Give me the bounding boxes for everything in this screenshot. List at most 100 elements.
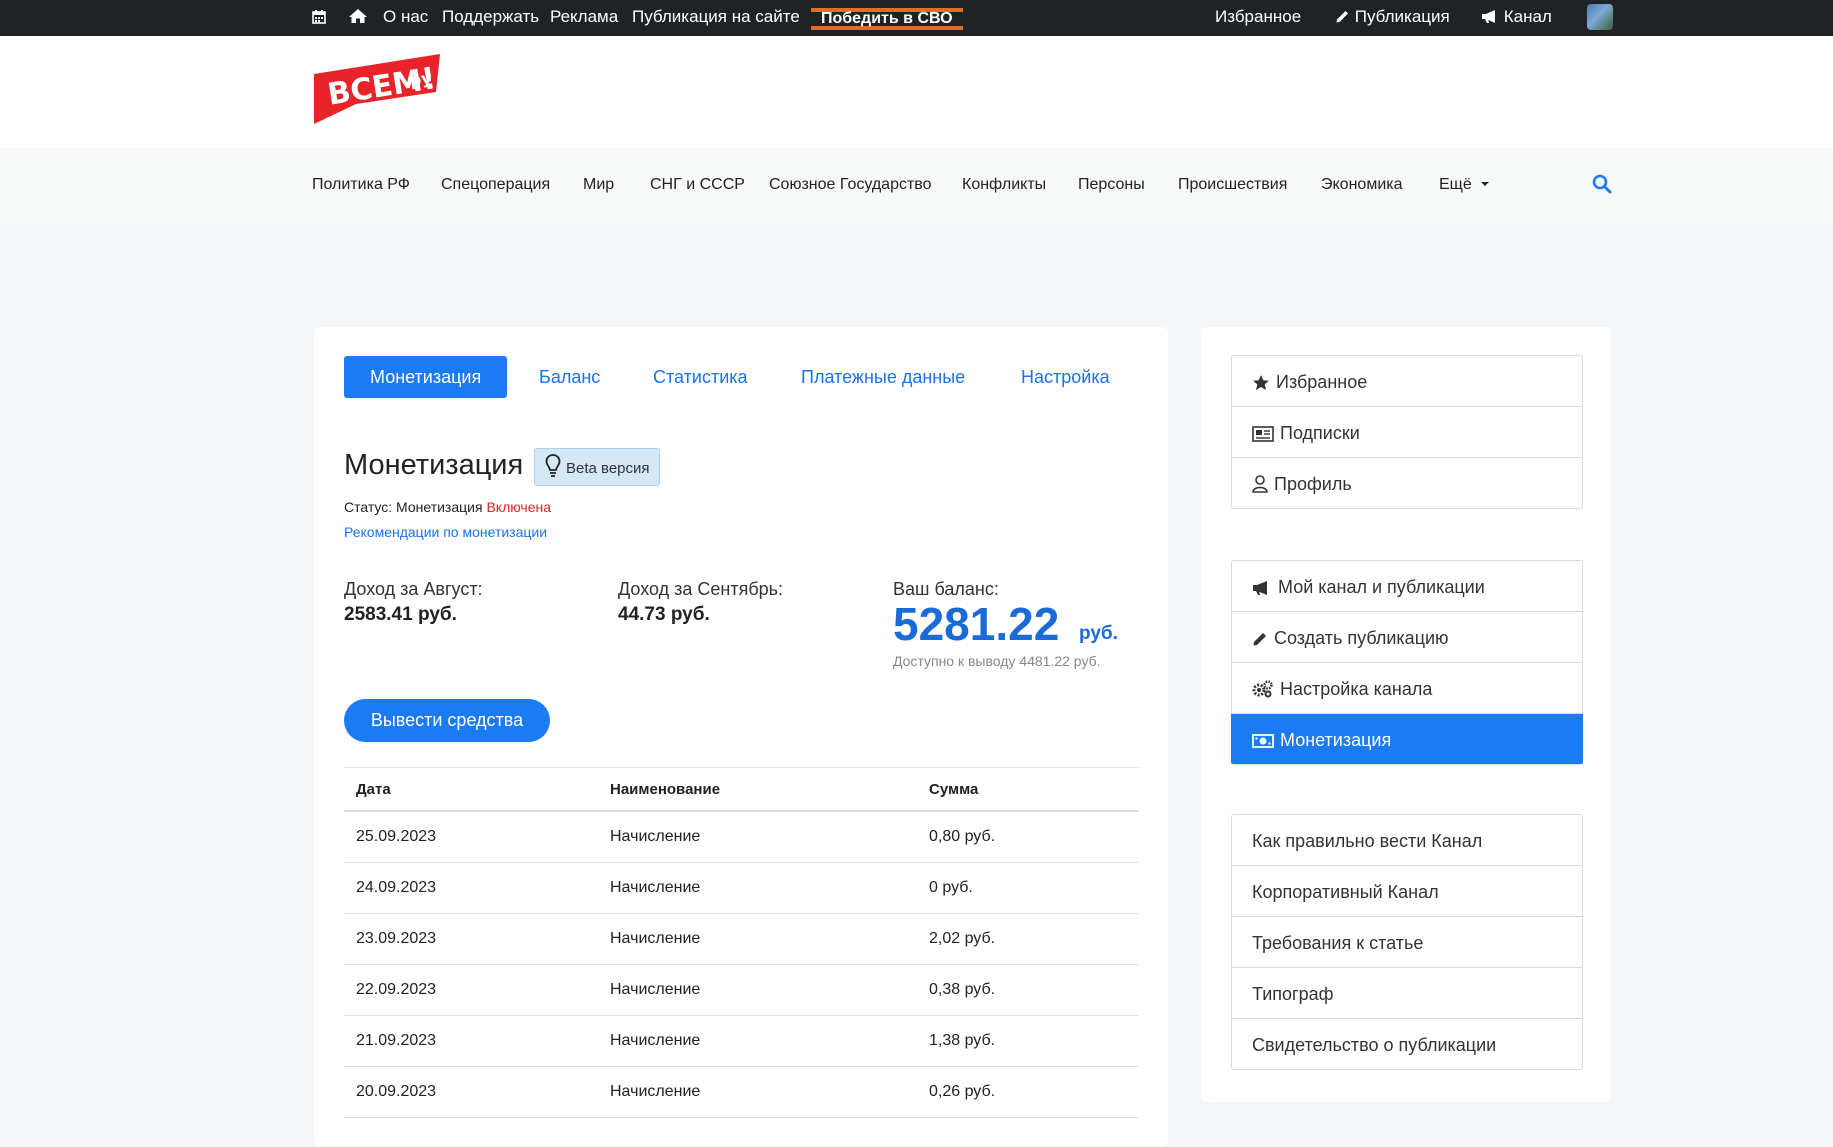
cell-date: 22.09.2023 — [356, 981, 437, 998]
promo-link[interactable]: Победить в СВО — [811, 8, 963, 30]
tab-balance[interactable]: Баланс — [539, 356, 600, 398]
table-row: 20.09.2023 Начисление 0,26 руб. — [344, 1067, 1139, 1118]
tab-statistics[interactable]: Статистика — [653, 356, 748, 398]
nav-link-publish-on-site[interactable]: Публикация на сайте — [632, 0, 800, 36]
balance-currency: руб. — [1079, 623, 1118, 644]
pencil-icon — [1336, 11, 1348, 23]
avatar[interactable] — [1587, 4, 1613, 30]
balance-value: 5281.22 — [893, 598, 1060, 650]
nav-link-about[interactable]: О нас — [383, 0, 428, 36]
sidebar-item-how-to-run-channel[interactable]: Как правильно вести Канал — [1232, 815, 1582, 866]
sidebar-item-publication-certificate[interactable]: Свидетельство о публикации — [1232, 1019, 1582, 1069]
megaphone-icon — [1482, 10, 1495, 23]
sidebar-item-favorites[interactable]: Избранное — [1232, 356, 1582, 407]
search-icon[interactable] — [1592, 174, 1612, 199]
tab-monetization[interactable]: Монетизация — [344, 356, 508, 398]
table-row: 23.09.2023 Начисление 2,02 руб. — [344, 914, 1139, 965]
nav-item-union-state[interactable]: Союзное Государство — [769, 176, 932, 194]
withdraw-button[interactable]: Вывести средства — [344, 699, 550, 742]
sidebar-group-help: Как правильно вести Канал Корпоративный … — [1231, 814, 1583, 1070]
table-row: 21.09.2023 Начисление 1,38 руб. — [344, 1016, 1139, 1067]
cell-name: Начисление — [610, 1032, 701, 1049]
cell-amount: 0,38 руб. — [929, 981, 996, 998]
sidebar-item-article-requirements[interactable]: Требования к статье — [1232, 917, 1582, 968]
caret-down-icon — [1481, 182, 1490, 186]
table-row: 25.09.2023 Начисление 0,80 руб. — [344, 812, 1139, 863]
nav-link-ads[interactable]: Реклама — [550, 0, 618, 36]
sidebar-item-channel-settings[interactable]: Настройка канала — [1232, 663, 1582, 714]
svg-text:ру: ру — [408, 68, 433, 90]
col-date[interactable]: Дата — [356, 781, 391, 798]
cell-amount: 0,26 руб. — [929, 1083, 996, 1100]
transactions-table: Дата Наименование Сумма 25.09.2023 Начис… — [344, 767, 1139, 1118]
tab-settings[interactable]: Настройка — [1021, 356, 1110, 398]
cell-amount: 1,38 руб. — [929, 1032, 996, 1049]
nav-item-special-operation[interactable]: Спецоперация — [441, 176, 550, 194]
nav-item-politics[interactable]: Политика РФ — [312, 176, 410, 194]
nav-item-world[interactable]: Мир — [583, 176, 614, 194]
publication-link[interactable]: Публикация — [1335, 0, 1450, 36]
favorites-link[interactable]: Избранное — [1215, 0, 1301, 36]
cell-amount: 0 руб. — [929, 879, 973, 896]
megaphone-icon — [1253, 581, 1267, 595]
sidebar-group-channel: Мой канал и публикации Создать публикаци… — [1231, 560, 1583, 765]
user-icon — [1252, 475, 1268, 493]
cell-date: 20.09.2023 — [356, 1083, 437, 1100]
nav-item-cis[interactable]: СНГ и СССР — [650, 176, 745, 194]
nav-item-persons[interactable]: Персоны — [1078, 176, 1145, 194]
cell-name: Начисление — [610, 930, 701, 947]
sidebar-item-profile[interactable]: Профиль — [1232, 458, 1582, 508]
pencil-icon — [1253, 633, 1266, 646]
gears-icon — [1252, 680, 1273, 698]
nav-link-support[interactable]: Поддержать — [442, 0, 539, 36]
nav-item-economy[interactable]: Экономика — [1321, 176, 1403, 194]
channel-label: Канал — [1503, 7, 1552, 26]
sidebar-item-my-channel[interactable]: Мой канал и публикации — [1232, 561, 1582, 612]
status-prefix: Статус: Монетизация — [344, 499, 483, 515]
home-icon[interactable] — [348, 0, 368, 36]
table-row: 22.09.2023 Начисление 0,38 руб. — [344, 965, 1139, 1016]
cell-name: Начисление — [610, 981, 701, 998]
sidebar-label: Избранное — [1276, 372, 1368, 392]
beta-label: Beta версия — [566, 460, 650, 477]
calendar-icon[interactable] — [312, 0, 326, 36]
sidebar-label: Создать публикацию — [1274, 628, 1449, 648]
cell-name: Начисление — [610, 1083, 701, 1100]
table-header: Дата Наименование Сумма — [344, 767, 1139, 812]
nav-item-conflicts[interactable]: Конфликты — [962, 176, 1046, 194]
nav-more-label: Ещё — [1439, 176, 1472, 193]
tab-payment-data[interactable]: Платежные данные — [801, 356, 965, 398]
sidebar-item-corporate-channel[interactable]: Корпоративный Канал — [1232, 866, 1582, 917]
publication-label: Публикация — [1354, 7, 1450, 26]
top-bar: О нас Поддержать Реклама Публикация на с… — [0, 0, 1833, 36]
money-icon — [1252, 734, 1274, 748]
beta-badge: Beta версия — [534, 448, 660, 486]
sidebar-label: Подписки — [1280, 423, 1360, 443]
sidebar-item-create-publication[interactable]: Создать публикацию — [1232, 612, 1582, 663]
nav-item-more[interactable]: Ещё — [1439, 176, 1490, 194]
august-income-label: Доход за Август: — [344, 579, 483, 599]
cell-date: 25.09.2023 — [356, 828, 437, 845]
sidebar-label: Монетизация — [1280, 730, 1392, 750]
sidebar-item-monetization[interactable]: Монетизация — [1231, 714, 1583, 764]
col-name[interactable]: Наименование — [610, 781, 720, 798]
page-title: Монетизация — [344, 449, 524, 481]
sidebar-item-typograph[interactable]: Типограф — [1232, 968, 1582, 1019]
status-line: Статус: Монетизация Включена — [344, 499, 551, 515]
cell-name: Начисление — [610, 879, 701, 896]
main-nav: Политика РФ Спецоперация Мир СНГ и СССР … — [0, 148, 1833, 224]
cell-date: 21.09.2023 — [356, 1032, 437, 1049]
august-income-value: 2583.41 руб. — [344, 604, 457, 625]
cell-date: 24.09.2023 — [356, 879, 437, 896]
star-icon — [1253, 375, 1269, 390]
cell-name: Начисление — [610, 828, 701, 845]
recommendations-link[interactable]: Рекомендации по монетизации — [344, 524, 547, 540]
nav-item-incidents[interactable]: Происшествия — [1178, 176, 1287, 194]
status-badge: Включена — [486, 499, 552, 515]
col-amount[interactable]: Сумма — [929, 781, 978, 798]
site-logo[interactable]: ВСЕМ! ру — [312, 52, 446, 126]
sidebar-item-subscriptions[interactable]: Подписки — [1232, 407, 1582, 458]
channel-link[interactable]: Канал — [1481, 0, 1552, 36]
available-to-withdraw: Доступно к выводу 4481.22 руб. — [893, 653, 1101, 669]
table-row: 24.09.2023 Начисление 0 руб. — [344, 863, 1139, 914]
